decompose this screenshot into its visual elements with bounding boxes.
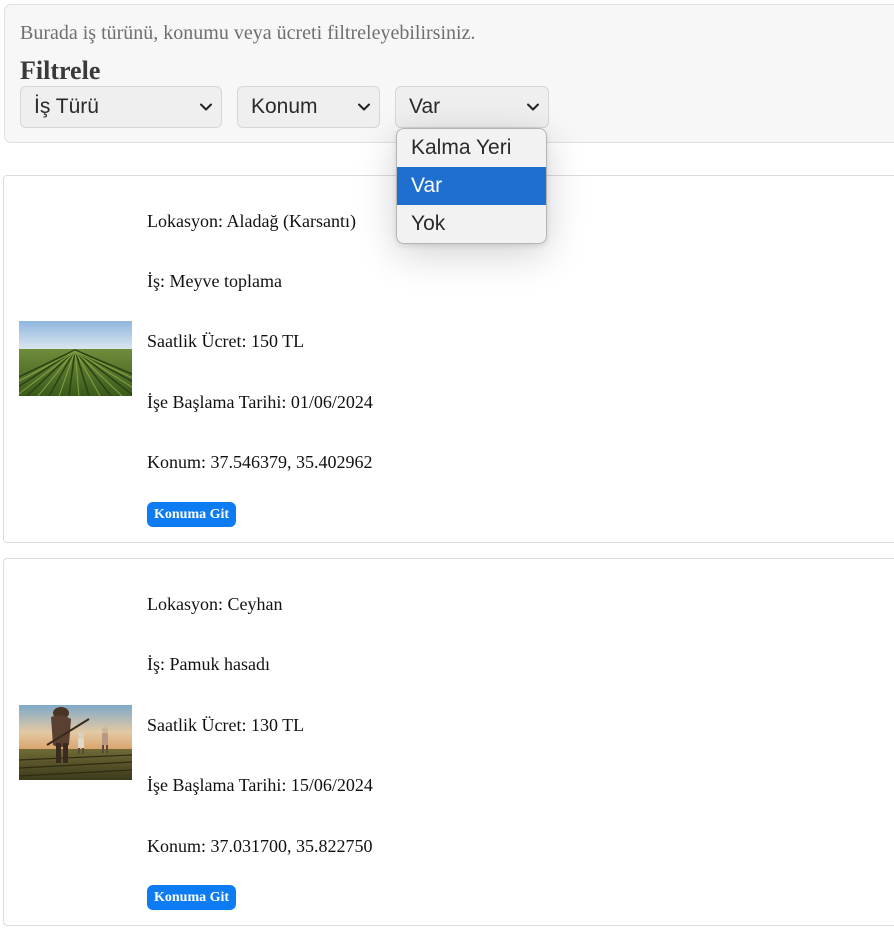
filter-description: Burada iş türünü, konumu veya ücreti fil… [20, 22, 476, 44]
job-coordinates: Konum: 37.546379, 35.402962 [147, 452, 373, 472]
job-type: İş: Meyve toplama [147, 271, 282, 291]
job-wage: Saatlik Ücret: 150 TL [147, 331, 305, 351]
lodging-dropdown-list: Kalma Yeri Var Yok [396, 128, 547, 244]
job-type-select-value: İş Türü [34, 95, 99, 118]
chevron-down-icon [358, 103, 370, 111]
filter-panel: Burada iş türünü, konumu veya ücreti fil… [4, 4, 894, 143]
job-location: Lokasyon: Ceyhan [147, 594, 283, 614]
job-type-select[interactable]: İş Türü [20, 86, 222, 128]
chevron-down-icon [527, 103, 539, 111]
go-to-location-button[interactable]: Konuma Git [147, 885, 237, 910]
job-card: Lokasyon: Ceyhan İş: Pamuk hasadı Saatli… [3, 558, 894, 926]
job-type: İş: Pamuk hasadı [147, 654, 270, 674]
job-image-cotton-harvest [19, 705, 132, 780]
lodging-select-value: Var [409, 95, 441, 118]
filter-title: Filtrele [20, 56, 101, 85]
location-select[interactable]: Konum [237, 86, 380, 128]
job-image-crop-field [19, 321, 132, 396]
job-start-date: İşe Başlama Tarihi: 15/06/2024 [147, 775, 373, 795]
lodging-option-kalma-yeri[interactable]: Kalma Yeri [397, 129, 546, 167]
chevron-down-icon [200, 103, 212, 111]
lodging-option-var[interactable]: Var [397, 167, 546, 205]
job-coordinates: Konum: 37.031700, 35.822750 [147, 836, 373, 856]
job-wage: Saatlik Ücret: 130 TL [147, 715, 305, 735]
job-location: Lokasyon: Aladağ (Karsantı) [147, 211, 356, 231]
lodging-select[interactable]: Var [395, 86, 549, 128]
go-to-location-button[interactable]: Konuma Git [147, 502, 237, 527]
location-select-value: Konum [251, 95, 318, 118]
job-start-date: İşe Başlama Tarihi: 01/06/2024 [147, 392, 373, 412]
lodging-option-yok[interactable]: Yok [397, 205, 546, 243]
